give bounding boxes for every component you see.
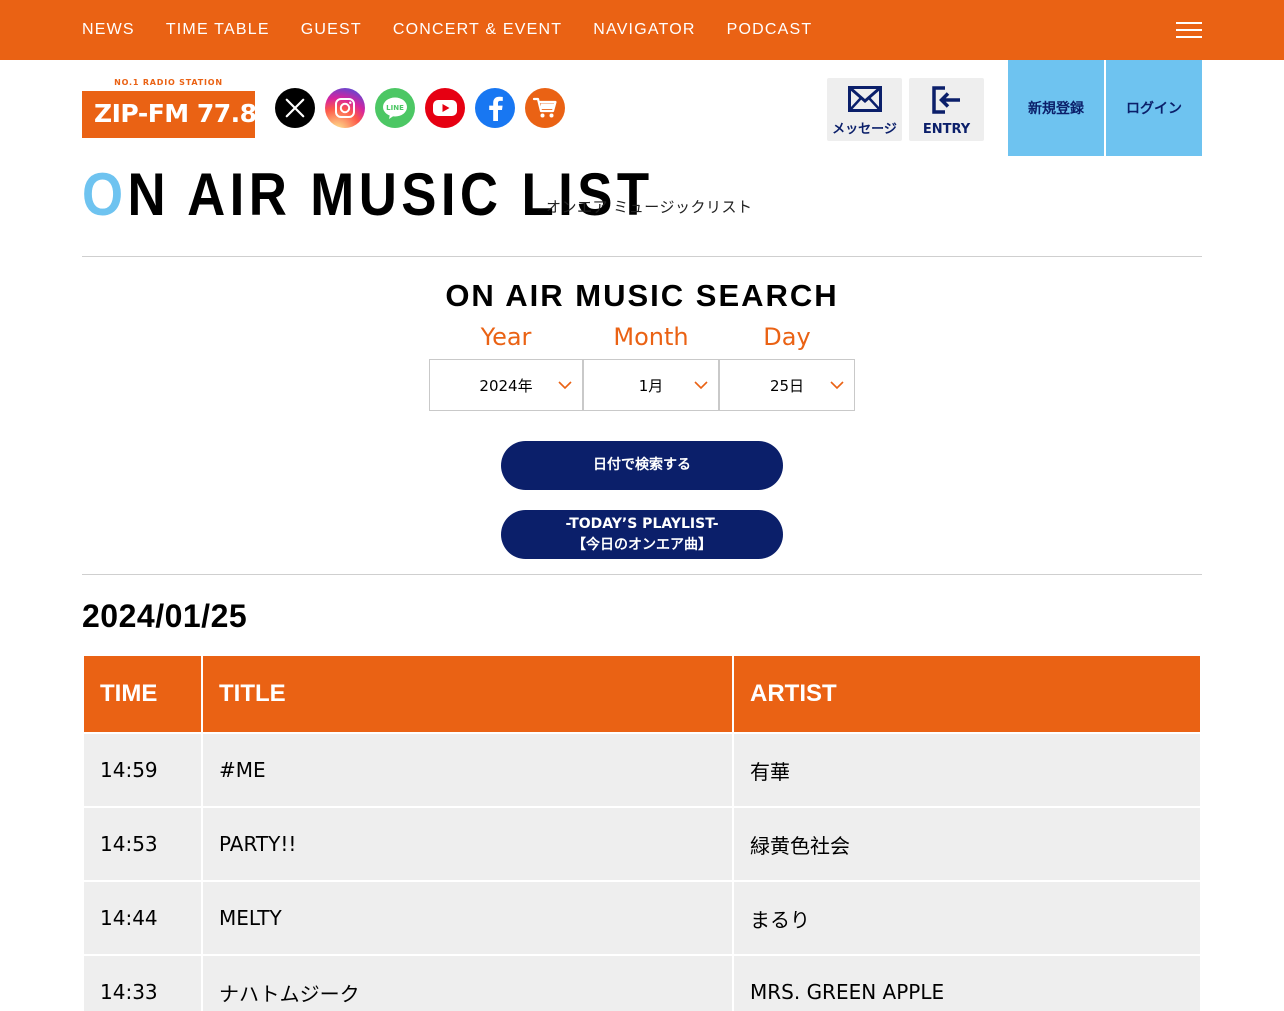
page-subtitle: オンエア ミュージックリスト (546, 198, 753, 216)
nav-item-news[interactable]: NEWS (82, 21, 135, 39)
row-time: 14:33 (84, 956, 201, 1011)
nav-item-concert-event[interactable]: CONCERT & EVENT (393, 21, 562, 39)
mail-icon (847, 86, 882, 116)
youtube-icon[interactable] (425, 88, 465, 128)
chevron-down-icon (830, 381, 844, 390)
site-logo[interactable]: NO.1 RADIO STATION ZIP-FM 77.8 (82, 78, 257, 138)
day-label: Day (763, 323, 811, 351)
todays-playlist-button[interactable]: -TODAY’S PLAYLIST- 【今日のオンエア曲】 (501, 510, 783, 559)
column-header-artist: ARTIST (734, 656, 1200, 732)
message-button[interactable]: メッセージ (827, 78, 902, 141)
logo-tagline: NO.1 RADIO STATION (114, 78, 223, 87)
column-header-title: TITLE (203, 656, 732, 732)
row-artist: MRS. GREEN APPLE (734, 956, 1200, 1011)
table-row: 14:59 #ME 有華 (84, 734, 1200, 806)
login-button[interactable]: ログイン (1106, 60, 1202, 156)
entry-label: ENTRY (922, 122, 971, 137)
year-select-value: 2024年 (479, 376, 533, 395)
day-select[interactable]: 25日 (719, 359, 855, 411)
facebook-icon[interactable] (475, 88, 515, 128)
table-row: 14:44 MELTY まるり (84, 882, 1200, 954)
result-date-heading: 2024/01/25 (82, 598, 248, 634)
chevron-down-icon (558, 381, 572, 390)
message-label: メッセージ (832, 122, 897, 137)
logo-box: ZIP-FM 77.8 (82, 91, 257, 138)
row-time: 14:59 (84, 734, 201, 806)
page-title: ON AIR MUSIC LIST (82, 160, 654, 229)
row-title: PARTY!! (203, 808, 732, 880)
top-nav: NEWS TIME TABLE GUEST CONCERT & EVENT NA… (0, 0, 1284, 60)
row-title: #ME (203, 734, 732, 806)
todays-playlist-label-2: 【今日のオンエア曲】 (572, 536, 712, 553)
entry-icon (931, 86, 963, 118)
instagram-icon[interactable] (325, 88, 365, 128)
month-select-value: 1月 (638, 376, 664, 395)
chevron-down-icon (694, 381, 708, 390)
year-select[interactable]: 2024年 (429, 359, 583, 411)
search-by-date-label: 日付で検索する (593, 457, 691, 473)
line-icon[interactable]: LINE (375, 88, 415, 128)
nav-item-navigator[interactable]: NAVIGATOR (593, 21, 695, 39)
shop-cart-icon[interactable] (525, 88, 565, 128)
register-button[interactable]: 新規登録 (1008, 60, 1104, 156)
divider-bottom (82, 574, 1202, 575)
x-icon[interactable] (275, 88, 315, 128)
row-time: 14:53 (84, 808, 201, 880)
row-time: 14:44 (84, 882, 201, 954)
logo-text: ZIP-FM 77.8 (94, 99, 257, 128)
table-row: 14:53 PARTY!! 緑黄色社会 (84, 808, 1200, 880)
page-title-rest: N AIR MUSIC LIST (127, 161, 654, 228)
social-links: LINE (275, 88, 575, 128)
month-label: Month (613, 323, 689, 351)
nav-items: NEWS TIME TABLE GUEST CONCERT & EVENT NA… (82, 0, 843, 60)
row-title: ナハトムジーク (203, 956, 732, 1011)
table-row: 14:33 ナハトムジーク MRS. GREEN APPLE (84, 956, 1200, 1011)
day-select-value: 25日 (769, 376, 805, 395)
svg-text:LINE: LINE (386, 104, 404, 112)
search-title: ON AIR MUSIC SEARCH (445, 278, 839, 313)
month-select[interactable]: 1月 (583, 359, 719, 411)
row-artist: 有華 (734, 734, 1200, 806)
page-title-first-letter: O (82, 161, 128, 228)
on-air-music-table: TIME TITLE ARTIST 14:59 #ME 有華 14:53 PAR… (82, 654, 1202, 1011)
row-artist: まるり (734, 882, 1200, 954)
table-header-row: TIME TITLE ARTIST (84, 656, 1200, 732)
todays-playlist-label-1: -TODAY’S PLAYLIST- (565, 515, 719, 532)
hamburger-menu-icon[interactable] (1176, 22, 1202, 38)
nav-item-guest[interactable]: GUEST (301, 21, 362, 39)
search-by-date-button[interactable]: 日付で検索する (501, 441, 783, 490)
nav-item-podcast[interactable]: PODCAST (727, 21, 813, 39)
row-artist: 緑黄色社会 (734, 808, 1200, 880)
entry-button[interactable]: ENTRY (909, 78, 984, 141)
divider-top (82, 256, 1202, 257)
column-header-time: TIME (84, 656, 201, 732)
year-label: Year (480, 323, 532, 351)
nav-item-time-table[interactable]: TIME TABLE (166, 21, 270, 39)
row-title: MELTY (203, 882, 732, 954)
